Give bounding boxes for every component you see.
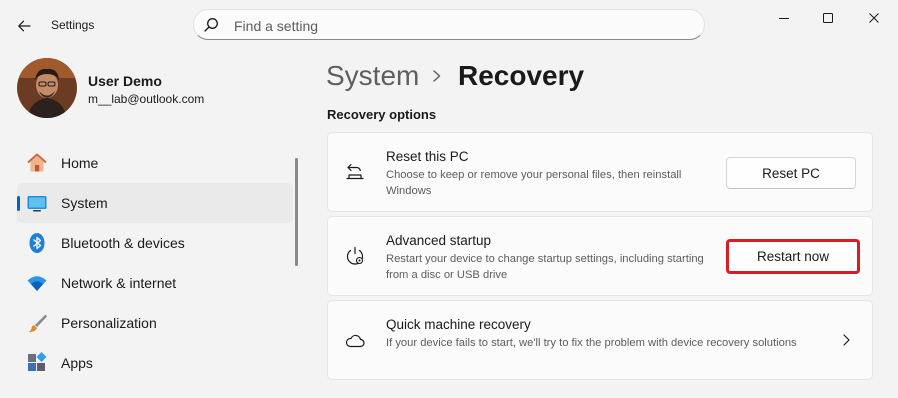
- minimize-button[interactable]: [766, 6, 802, 30]
- quick-machine-recovery-card[interactable]: Quick machine recovery If your device fa…: [327, 300, 873, 380]
- back-arrow-icon: [18, 20, 31, 32]
- sidebar-nav: Home System Bluetooth & devices Network …: [17, 143, 293, 383]
- restart-now-button[interactable]: Restart now: [726, 239, 860, 274]
- sidebar-item-label: Network & internet: [61, 275, 177, 291]
- card-title: Advanced startup: [386, 233, 492, 248]
- system-icon: [26, 192, 48, 214]
- sidebar-item-system[interactable]: System: [17, 183, 293, 223]
- wifi-icon: [26, 272, 48, 294]
- chevron-right-icon: [840, 331, 852, 354]
- chevron-right-icon: [430, 66, 444, 91]
- back-button[interactable]: [10, 12, 38, 40]
- sidebar-item-label: System: [61, 195, 108, 211]
- bluetooth-icon: [26, 232, 48, 254]
- apps-icon: [26, 352, 48, 374]
- sidebar-item-label: Personalization: [61, 315, 157, 331]
- reset-pc-card: Reset this PC Choose to keep or remove y…: [327, 132, 873, 212]
- close-icon: [869, 13, 879, 23]
- search-icon: [204, 18, 218, 32]
- user-email: m__lab@outlook.com: [88, 92, 205, 106]
- sidebar-item-home[interactable]: Home: [17, 143, 293, 183]
- page-title: Recovery: [458, 60, 585, 91]
- app-title: Settings: [51, 18, 95, 32]
- minimize-icon: [779, 18, 789, 19]
- home-icon: [26, 152, 48, 174]
- reset-pc-button[interactable]: Reset PC: [726, 157, 856, 189]
- maximize-button[interactable]: [810, 6, 846, 30]
- card-description: If your device fails to start, we'll try…: [386, 337, 797, 349]
- active-indicator: [17, 196, 20, 211]
- sidebar-item-personalization[interactable]: Personalization: [17, 303, 293, 343]
- sidebar-item-network[interactable]: Network & internet: [17, 263, 293, 303]
- sidebar-item-apps[interactable]: Apps: [17, 343, 293, 383]
- sidebar-scrollbar[interactable]: [295, 158, 298, 266]
- card-title: Reset this PC: [386, 149, 469, 164]
- sidebar-item-label: Apps: [61, 355, 93, 371]
- card-description: Choose to keep or remove your personal f…: [386, 169, 682, 197]
- sidebar-item-bluetooth[interactable]: Bluetooth & devices: [17, 223, 293, 263]
- reset-pc-icon: [344, 161, 366, 183]
- close-button[interactable]: [856, 6, 892, 30]
- user-avatar-image: [17, 58, 77, 118]
- avatar[interactable]: [17, 58, 77, 118]
- search-input[interactable]: [232, 15, 676, 37]
- advanced-startup-icon: [344, 245, 366, 267]
- breadcrumb-parent[interactable]: System: [326, 60, 419, 92]
- brush-icon: [26, 312, 48, 334]
- card-title: Quick machine recovery: [386, 317, 531, 332]
- user-name: User Demo: [88, 73, 162, 89]
- maximize-icon: [823, 13, 833, 23]
- sidebar-item-label: Bluetooth & devices: [61, 235, 185, 251]
- card-description: Restart your device to change startup se…: [386, 253, 704, 281]
- sidebar-item-label: Home: [61, 155, 99, 171]
- section-title: Recovery options: [327, 107, 437, 122]
- advanced-startup-card: Advanced startup Restart your device to …: [327, 216, 873, 296]
- cloud-icon: [344, 329, 366, 351]
- search-box[interactable]: [193, 9, 705, 40]
